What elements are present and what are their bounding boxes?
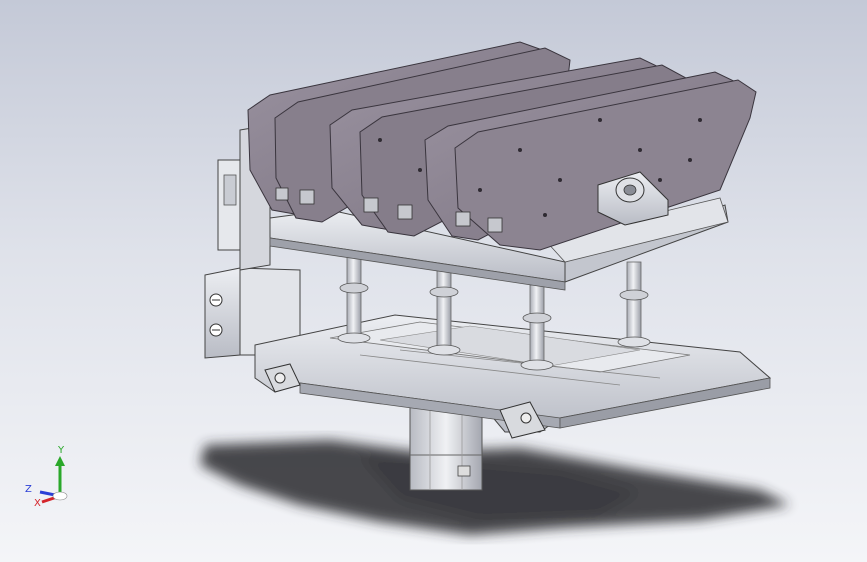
coordinate-triad: Y Z X [25, 445, 68, 509]
x-axis-label: X [34, 498, 41, 509]
floor-shadow [200, 440, 790, 535]
triad-origin [52, 491, 68, 501]
assembly-model-view[interactable] [0, 0, 867, 562]
cad-graphics-viewport[interactable]: Y Z X [0, 0, 867, 562]
y-axis-label: Y [57, 445, 65, 456]
z-axis-label: Z [25, 484, 32, 495]
y-axis-arrowhead [55, 456, 65, 466]
